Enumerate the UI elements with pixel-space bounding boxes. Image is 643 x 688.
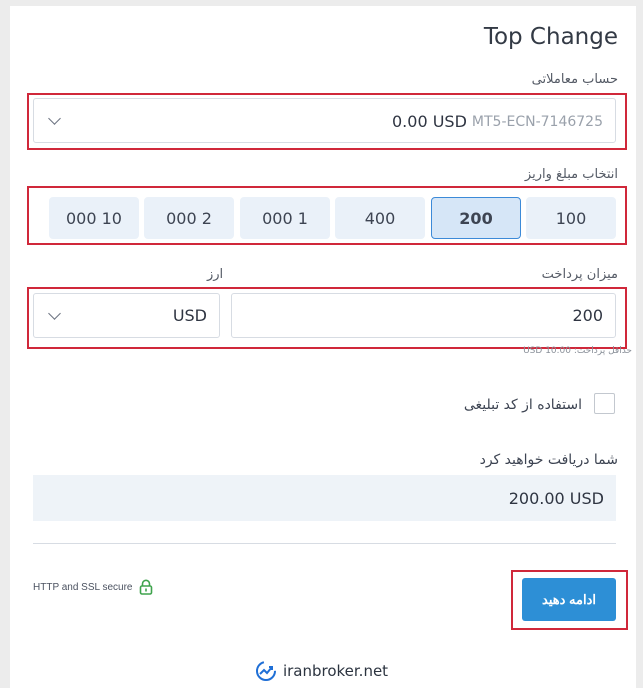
promo-code-checkbox[interactable]	[594, 393, 615, 414]
watermark-text: iranbroker.net	[282, 662, 389, 680]
amount-option-400[interactable]: 400	[335, 197, 425, 239]
chevron-down-icon	[48, 306, 61, 320]
watermark: iranbroker.net	[233, 654, 410, 688]
currency-label: ارز	[207, 267, 224, 282]
page-title: Top Change	[483, 24, 618, 50]
min-payment-hint: حداقل پرداخت: 10.00 USD	[523, 346, 632, 356]
amount-option-2000[interactable]: 000 2	[144, 197, 234, 239]
security-text: HTTP and SSL secure	[33, 581, 133, 593]
amount-option-10000[interactable]: 000 10	[49, 197, 139, 239]
amount-option-1000[interactable]: 000 1	[240, 197, 330, 239]
account-balance: 0.00 USD	[392, 112, 467, 131]
chevron-down-icon	[48, 111, 61, 125]
promo-code-label: استفاده از کد تبلیغی	[463, 397, 582, 413]
payment-amount-input[interactable]: 200	[231, 293, 616, 338]
divider	[33, 543, 616, 544]
account-select[interactable]: 0.00 USD MT5-ECN-7146725	[33, 98, 616, 143]
currency-select[interactable]: USD	[33, 293, 220, 338]
amount-option-100[interactable]: 100	[526, 197, 616, 239]
continue-button[interactable]: ادامه دهید	[522, 578, 616, 621]
deposit-card: Top Change حساب معاملاتی 0.00 USD MT5-EC…	[10, 6, 636, 688]
currency-value: USD	[172, 306, 207, 325]
trend-logo-icon	[255, 661, 276, 681]
lock-icon	[139, 579, 152, 595]
account-label: حساب معاملاتی	[531, 72, 618, 87]
account-id: MT5-ECN-7146725	[471, 113, 603, 130]
payment-amount-label: میزان پرداخت	[541, 267, 618, 282]
security-note: HTTP and SSL secure	[33, 579, 153, 595]
amount-option-200[interactable]: 200	[431, 197, 521, 239]
receive-value: 200.00 USD	[33, 475, 616, 521]
receive-label: شما دریافت خواهید کرد	[479, 452, 618, 468]
deposit-amount-label: انتخاب مبلغ واریز	[524, 167, 618, 182]
